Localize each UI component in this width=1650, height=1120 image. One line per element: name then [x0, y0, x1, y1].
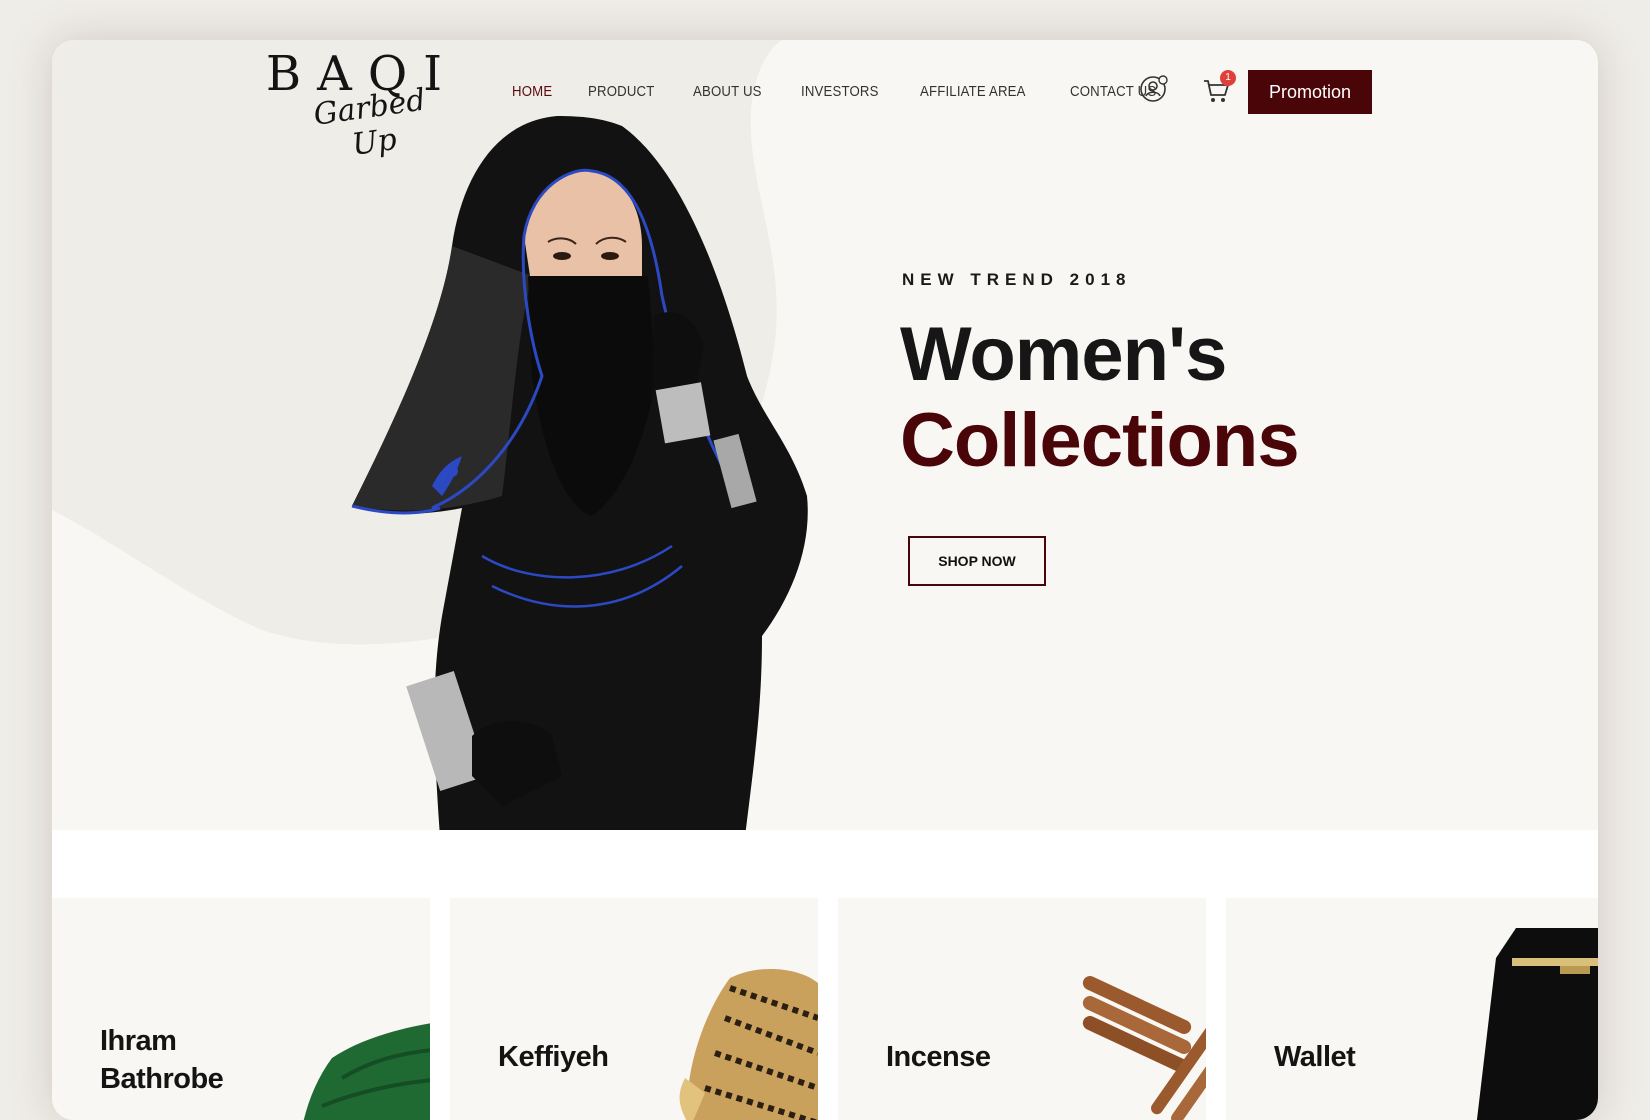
keffiyeh-product-image	[679, 968, 818, 1120]
nav-home[interactable]: HOME	[512, 80, 552, 104]
page-frame: BAQI Garbed Up HOME PRODUCT ABOUT US INV…	[52, 40, 1598, 1120]
nav-about-us[interactable]: ABOUT US	[693, 80, 762, 104]
hero-eyebrow: NEW TREND 2018	[902, 270, 1132, 289]
cart-count-badge: 1	[1220, 70, 1236, 86]
user-account-icon[interactable]	[1140, 74, 1170, 104]
hero-title-line-2: Collections	[900, 398, 1300, 483]
category-card-incense[interactable]: Incense	[838, 898, 1206, 1120]
hero-model-image	[351, 116, 808, 862]
main-nav: HOME PRODUCT ABOUT US INVESTORS AFFILIAT…	[512, 80, 1198, 104]
category-title-line-2: Bathrobe	[100, 1063, 224, 1095]
category-title-line-1: Ihram	[100, 1025, 177, 1057]
nav-investors[interactable]: INVESTORS	[801, 80, 879, 104]
shop-now-button[interactable]: SHOP NOW	[908, 536, 1046, 586]
hero-title-line-1: Women's	[900, 312, 1227, 397]
category-title: Incense	[886, 1041, 991, 1073]
promotion-button[interactable]: Promotion	[1248, 70, 1372, 114]
incense-product-image	[1082, 976, 1206, 1120]
nav-affiliate-area[interactable]: AFFILIATE AREA	[920, 80, 1026, 104]
hero-title: Women's Collections	[900, 312, 1300, 484]
category-card-ihram[interactable]: Ihram Bathrobe	[52, 898, 430, 1120]
category-card-wallet[interactable]: Wallet	[1226, 898, 1598, 1120]
category-title: Wallet	[1274, 1041, 1356, 1073]
category-card-keffiyeh[interactable]: Keffiyeh	[450, 898, 818, 1120]
category-title: Keffiyeh	[498, 1041, 609, 1073]
ihram-product-image	[303, 1023, 430, 1120]
wallet-product-image	[1476, 928, 1598, 1120]
category-title: Ihram Bathrobe	[100, 1022, 224, 1098]
nav-product[interactable]: PRODUCT	[588, 80, 655, 104]
